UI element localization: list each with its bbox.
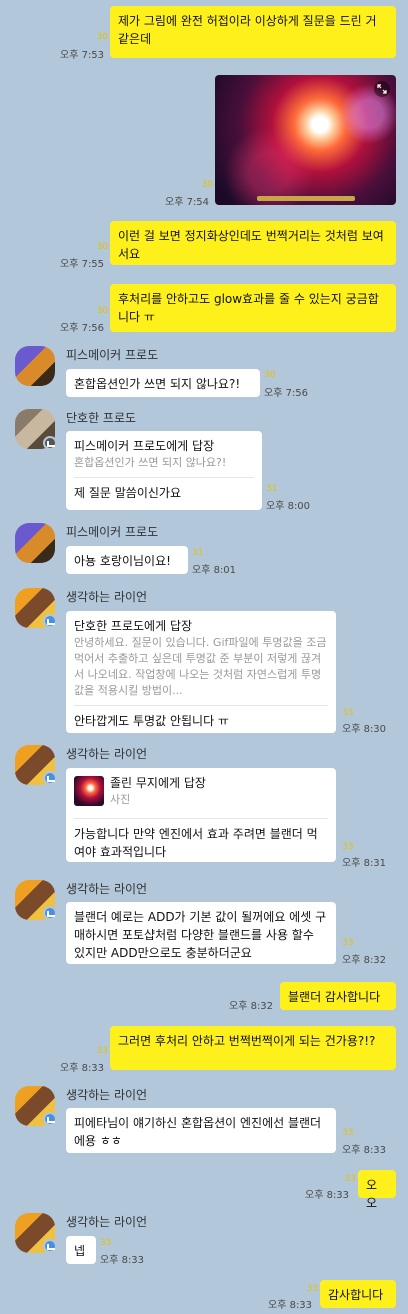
profile-mode-icon	[43, 436, 57, 450]
crown-badge-icon	[43, 1112, 57, 1126]
crown-badge-icon	[43, 771, 57, 785]
timestamp: 오후 8:32	[229, 1001, 274, 1012]
reply-quote[interactable]: 사진	[110, 792, 328, 808]
crown-badge-icon	[43, 906, 57, 920]
timestamp: 오후 8:33	[268, 1300, 313, 1311]
unread-count: 31	[192, 548, 204, 558]
timestamp: 오후 8:31	[342, 858, 387, 869]
unread-count: 33	[342, 938, 354, 948]
timestamp: 오후 7:56	[60, 323, 105, 334]
reply-quote[interactable]: 안녕하세요. 질문이 있습니다. Gif파일에 투명값을 조금 먹어서 추출하고…	[74, 635, 328, 699]
message-text: 가능합니다 만약 엔진에서 효과 주려면 블랜더 먹여야 효과적입니다	[74, 827, 318, 859]
timestamp: 오후 7:53	[60, 50, 105, 61]
timestamp: 오후 7:54	[165, 197, 210, 208]
avatar[interactable]	[15, 523, 55, 563]
divider	[74, 705, 328, 706]
unread-count: 33	[96, 1046, 108, 1056]
timestamp: 오후 8:33	[305, 1190, 350, 1201]
divider	[74, 818, 328, 819]
timestamp: 오후 8:30	[342, 724, 387, 735]
sender-name[interactable]: 피스메이커 프로도	[66, 523, 158, 540]
message-bubble-m12[interactable]: 그러면 후처리 안하고 번쩍번쩍이게 되는 건가용?!?	[110, 1026, 396, 1070]
unread-count: 33	[342, 708, 354, 718]
timestamp: 오후 8:33	[342, 1145, 387, 1156]
message-bubble-m7[interactable]: 아뇽 호랑이님이요!	[66, 546, 188, 574]
crown-badge-icon	[43, 614, 57, 628]
unread-count: 33	[344, 1174, 356, 1184]
sender-name[interactable]: 생각하는 라이언	[66, 1086, 147, 1103]
sender-name[interactable]: 생각하는 라이언	[66, 880, 147, 897]
photo-message[interactable]	[215, 75, 396, 205]
message-bubble-m5[interactable]: 혼합옵션인가 쓰면 되지 않나요?!	[66, 369, 260, 397]
reply-thumbnail[interactable]	[74, 776, 104, 806]
timestamp: 오후 8:32	[342, 955, 387, 966]
divider	[74, 477, 254, 478]
unread-count: 33	[342, 842, 354, 852]
message-bubble-m10[interactable]: 블랜더 예로는 ADD가 기본 값이 될꺼에요 에셋 구매하시면 포토샵처럼 다…	[66, 902, 336, 964]
timestamp: 오후 7:56	[264, 388, 309, 399]
unread-count: 33	[100, 1238, 112, 1248]
message-text: 안타깝게도 투명값 안됩니다 ㅠ	[74, 714, 229, 728]
message-bubble-m3[interactable]: 이런 걸 보면 정지화상인데도 번쩍거리는 것처럼 보여서요	[110, 221, 396, 265]
sender-name[interactable]: 생각하는 라이언	[66, 588, 147, 605]
unread-count: 30	[264, 370, 276, 380]
message-bubble-m4[interactable]: 후처리를 안하고도 glow효과를 줄 수 있는지 궁금합니다 ㅠ	[110, 284, 396, 332]
message-bubble-m1[interactable]: 제가 그림에 완전 허접이라 이상하게 질문을 드린 거 같은데	[110, 6, 396, 58]
unread-count: 30	[96, 242, 108, 252]
reply-bubble-m8[interactable]: 단호한 프로도에게 답장 안녕하세요. 질문이 있습니다. Gif파일에 투명값…	[66, 611, 336, 733]
reply-bubble-m6[interactable]: 피스메이커 프로도에게 답장 혼합옵션인가 쓰면 되지 않나요?! 제 질문 말…	[66, 431, 262, 510]
unread-count: 33	[342, 1128, 354, 1138]
message-bubble-m13[interactable]: 피에타님이 얘기하신 혼합옵션이 엔진에선 블랜더에용 ㅎㅎ	[66, 1108, 336, 1153]
unread-count: 30	[201, 180, 213, 190]
game-hud-bar	[257, 196, 355, 201]
game-effect-image	[215, 75, 396, 205]
message-bubble-m15[interactable]: 넵	[66, 1236, 96, 1264]
timestamp: 오후 7:55	[60, 259, 105, 270]
sender-name[interactable]: 생각하는 라이언	[66, 745, 147, 762]
unread-count: 30	[96, 32, 108, 42]
crown-badge-icon	[43, 1239, 57, 1253]
unread-count: 30	[96, 306, 108, 316]
unread-count: 33	[306, 1284, 318, 1294]
reply-header: 졸린 무지에게 답장	[110, 776, 206, 790]
timestamp: 오후 8:00	[266, 501, 311, 512]
reply-bubble-m9[interactable]: 졸린 무지에게 답장 사진 가능합니다 만약 엔진에서 효과 주려면 블랜더 먹…	[66, 768, 336, 862]
timestamp: 오후 8:01	[192, 565, 237, 576]
message-text: 제 질문 말씀이신가요	[74, 486, 181, 500]
expand-icon[interactable]	[374, 81, 390, 97]
message-bubble-m11[interactable]: 블랜더 감사합니다	[280, 982, 396, 1010]
avatar[interactable]	[15, 346, 55, 386]
message-bubble-m14[interactable]: 오오	[358, 1170, 396, 1210]
unread-count: 31	[266, 484, 278, 494]
reply-header: 단호한 프로도에게 답장	[74, 619, 193, 633]
message-bubble-m16[interactable]: 감사합니다	[320, 1280, 396, 1308]
timestamp: 오후 8:33	[100, 1255, 145, 1266]
timestamp: 오후 8:33	[60, 1063, 105, 1074]
reply-header: 피스메이커 프로도에게 답장	[74, 439, 215, 453]
sender-name[interactable]: 생각하는 라이언	[66, 1213, 147, 1230]
sender-name[interactable]: 피스메이커 프로도	[66, 346, 158, 363]
sender-name[interactable]: 단호한 프로도	[66, 409, 136, 426]
reply-quote[interactable]: 혼합옵션인가 쓰면 되지 않나요?!	[74, 455, 254, 471]
